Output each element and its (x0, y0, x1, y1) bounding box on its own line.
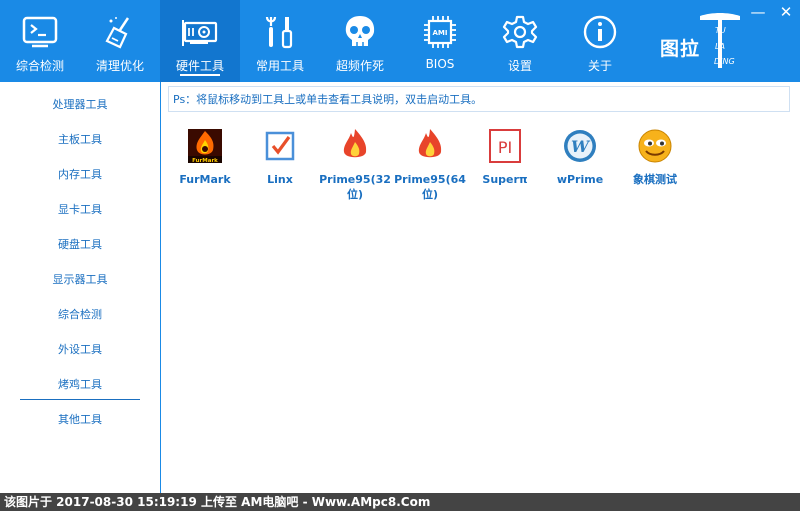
minimize-button[interactable]: — (744, 0, 772, 26)
brand-la: LA (715, 42, 725, 51)
brand-ding: DING (714, 57, 735, 66)
superpi-logo-text: PI (498, 138, 512, 157)
watermark-footer: 该图片于 2017-08-30 15:19:19 上传至 AM电脑吧 - Www… (0, 493, 800, 511)
nav-tab-about[interactable]: 关于 (560, 0, 640, 82)
nav-tab-common-tools[interactable]: 常用工具 (240, 0, 320, 82)
nav-tab-label: 关于 (587, 59, 612, 73)
graphics-card-icon (182, 20, 218, 46)
tool-chess-test[interactable]: 象棋测试 (617, 128, 693, 187)
tool-name-line2: 位) (421, 188, 439, 201)
furmark-icon: FurMark (188, 129, 222, 164)
nav-tab-comprehensive-test[interactable]: 综合检测 (0, 0, 80, 82)
brand-tu: TU (715, 26, 726, 35)
nav-tab-label: 综合检测 (15, 59, 64, 73)
linx-checkbox-icon (265, 131, 295, 161)
sidebar: 处理器工具 主板工具 内存工具 显卡工具 硬盘工具 显示器工具 综合检测 外设工… (0, 82, 161, 493)
close-button[interactable]: ✕ (772, 0, 800, 26)
prime95-flame-icon (343, 129, 367, 158)
bios-chip-label: AMI (433, 29, 448, 37)
wprime-icon: W (564, 130, 596, 162)
nav-tab-label: 常用工具 (255, 59, 304, 73)
nav-tab-cleanup[interactable]: 清理优化 (80, 0, 160, 82)
monitor-terminal-icon (22, 16, 58, 48)
brand-title: 图拉 (660, 38, 701, 60)
tool-name: 象棋测试 (633, 173, 677, 186)
nav-tab-label: 超频作死 (335, 59, 384, 73)
sidebar-item-peripheral-tools[interactable]: 外设工具 (20, 336, 140, 364)
tool-prime95-64[interactable]: Prime95(64 位) (392, 128, 468, 202)
nav-tab-label: 硬件工具 (175, 59, 224, 73)
nav-tab-hardware-tools[interactable]: 硬件工具 (160, 0, 240, 82)
furmark-logo-text: FurMark (192, 158, 218, 164)
nav-tab-bios[interactable]: AMI BIOS (400, 0, 480, 82)
nav-tab-label: 清理优化 (95, 59, 144, 73)
bios-chip-icon: AMI (424, 16, 456, 48)
superpi-icon: PI (489, 129, 521, 163)
skull-icon (345, 16, 375, 46)
tool-name: Prime95(64 位) (392, 172, 468, 202)
tool-furmark[interactable]: FurMark FurMark (167, 128, 243, 187)
active-tab-indicator (180, 74, 220, 76)
info-icon (583, 15, 617, 49)
tool-wprime[interactable]: W wPrime (542, 128, 618, 187)
nav-tab-overclock[interactable]: 超频作死 (320, 0, 400, 82)
sidebar-item-disk-tools[interactable]: 硬盘工具 (20, 231, 140, 259)
tools-icon (265, 16, 293, 49)
tool-name-line1: Prime95(64 (394, 173, 466, 186)
sidebar-item-other-tools[interactable]: 其他工具 (20, 406, 140, 434)
gear-icon (502, 15, 538, 49)
prime95-flame-icon (418, 129, 442, 158)
sidebar-item-gpu-tools[interactable]: 显卡工具 (20, 196, 140, 224)
tool-prime95-32[interactable]: Prime95(32 位) (317, 128, 393, 202)
tool-linx[interactable]: Linx (242, 128, 318, 187)
tool-name: FurMark (179, 173, 231, 186)
tool-name-line1: Prime95(32 (319, 173, 391, 186)
sidebar-item-stress-tools[interactable]: 烤鸡工具 (20, 371, 140, 400)
nav-tab-label: 设置 (507, 59, 532, 73)
sidebar-item-memory-tools[interactable]: 内存工具 (20, 161, 140, 189)
main-nav: 综合检测 清理优化 硬件工具 常用工具 超频作死 AMI BIOS 设置 关于 (0, 0, 640, 82)
tool-name-line2: 位) (346, 188, 364, 201)
tool-superpi[interactable]: PI Superπ (467, 128, 543, 187)
sidebar-item-cpu-tools[interactable]: 处理器工具 (20, 91, 140, 119)
top-toolbar: 综合检测 清理优化 硬件工具 常用工具 超频作死 AMI BIOS 设置 关于 … (0, 0, 800, 82)
window-controls: — ✕ (744, 0, 800, 26)
brand-logo: 图拉 TU LA DING (660, 12, 740, 72)
tool-name: wPrime (556, 173, 604, 186)
sidebar-item-monitor-tools[interactable]: 显示器工具 (20, 266, 140, 294)
nav-tab-settings[interactable]: 设置 (480, 0, 560, 82)
sidebar-item-comprehensive-test[interactable]: 综合检测 (20, 301, 140, 329)
sidebar-item-motherboard-tools[interactable]: 主板工具 (20, 126, 140, 154)
broom-icon (105, 17, 130, 49)
nav-tab-label: BIOS (425, 57, 455, 71)
usage-tip: Ps：将鼠标移动到工具上或单击查看工具说明，双击启动工具。 (168, 86, 790, 112)
tool-name: Linx (267, 173, 293, 186)
wprime-logo-text: W (571, 137, 591, 156)
tool-name: Superπ (482, 173, 528, 186)
main-content: Ps：将鼠标移动到工具上或单击查看工具说明，双击启动工具。 FurMark Fu… (161, 82, 800, 493)
chess-smiley-icon (638, 129, 672, 163)
tool-name: Prime95(32 位) (317, 172, 393, 202)
